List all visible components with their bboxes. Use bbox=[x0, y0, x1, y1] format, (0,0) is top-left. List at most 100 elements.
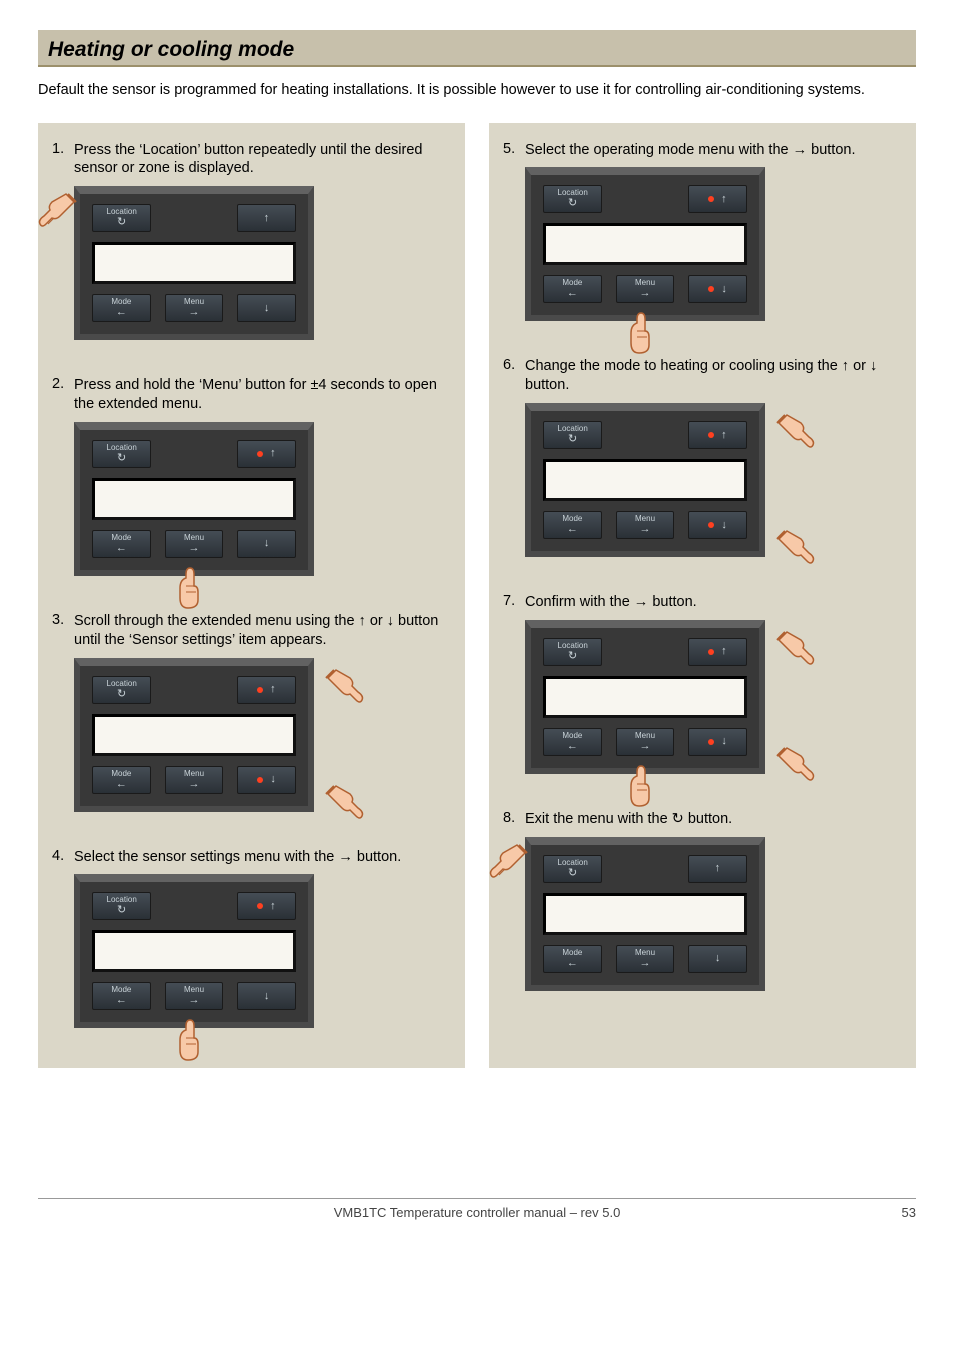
step-number: 2. bbox=[52, 376, 74, 582]
button-label: Mode bbox=[562, 949, 582, 957]
arrow-up-icon: ↑ bbox=[721, 194, 727, 205]
arrow-left-icon: ← bbox=[116, 307, 127, 318]
button-label: Location bbox=[558, 642, 588, 650]
step: 7. Confirm with the → button. Location ↻ bbox=[503, 593, 902, 780]
button-label: Mode bbox=[562, 279, 582, 287]
up-button[interactable]: ↑ bbox=[688, 638, 747, 666]
up-button[interactable]: ↑ bbox=[237, 892, 296, 920]
location-button[interactable]: Location ↻ bbox=[92, 892, 151, 920]
up-button[interactable]: ↑ bbox=[688, 421, 747, 449]
location-button[interactable]: Location ↻ bbox=[92, 676, 151, 704]
up-button[interactable]: ↑ bbox=[688, 185, 747, 213]
down-button[interactable]: ↓ bbox=[237, 294, 296, 322]
pointer-hand-icon bbox=[318, 780, 366, 828]
button-label: Mode bbox=[111, 770, 131, 778]
menu-button[interactable]: Menu → bbox=[165, 766, 224, 794]
led-icon bbox=[257, 903, 263, 909]
down-button[interactable]: ↓ bbox=[237, 982, 296, 1010]
step: 2. Press and hold the ‘Menu’ button for … bbox=[52, 376, 451, 582]
mode-button[interactable]: Mode ← bbox=[92, 530, 151, 558]
mode-button[interactable]: Mode ← bbox=[543, 511, 602, 539]
arrow-left-icon: ← bbox=[116, 779, 127, 790]
mode-button[interactable]: Mode ← bbox=[92, 294, 151, 322]
down-button[interactable]: ↓ bbox=[688, 728, 747, 756]
down-button[interactable]: ↓ bbox=[237, 530, 296, 558]
step: 6. Change the mode to heating or cooling… bbox=[503, 357, 902, 563]
arrow-up-icon: ↑ bbox=[264, 213, 270, 224]
revert-icon: ↻ bbox=[568, 868, 577, 879]
button-label: Location bbox=[107, 444, 137, 452]
button-label: Menu bbox=[184, 770, 204, 778]
page-footer: VMB1TC Temperature controller manual – r… bbox=[38, 1198, 916, 1220]
up-button[interactable]: ↑ bbox=[237, 440, 296, 468]
step-number: 7. bbox=[503, 593, 525, 780]
mode-button[interactable]: Mode ← bbox=[92, 982, 151, 1010]
location-button[interactable]: Location ↻ bbox=[543, 421, 602, 449]
lcd-display bbox=[92, 242, 296, 284]
location-button[interactable]: Location ↻ bbox=[92, 440, 151, 468]
button-label: Menu bbox=[184, 298, 204, 306]
menu-button[interactable]: Menu → bbox=[616, 728, 675, 756]
button-label: Mode bbox=[562, 515, 582, 523]
lcd-display bbox=[543, 676, 747, 718]
arrow-up-icon: ↑ bbox=[270, 684, 276, 695]
down-button[interactable]: ↓ bbox=[688, 945, 747, 973]
right-column: 5. Select the operating mode menu with t… bbox=[489, 123, 916, 1069]
led-icon bbox=[708, 739, 714, 745]
up-button[interactable]: ↑ bbox=[688, 855, 747, 883]
instruction-columns: 1. Press the ‘Location’ button repeatedl… bbox=[38, 123, 916, 1069]
step-number: 4. bbox=[52, 848, 74, 1035]
menu-button[interactable]: Menu → bbox=[165, 294, 224, 322]
step: 1. Press the ‘Location’ button repeatedl… bbox=[52, 141, 451, 347]
location-button[interactable]: Location ↻ bbox=[543, 185, 602, 213]
menu-button[interactable]: Menu → bbox=[165, 530, 224, 558]
step-number: 1. bbox=[52, 141, 74, 347]
step-number: 5. bbox=[503, 141, 525, 328]
step-text: Select the sensor settings menu with the… bbox=[74, 848, 451, 867]
button-label: Menu bbox=[635, 949, 655, 957]
arrow-right-icon: → bbox=[640, 524, 651, 535]
pointer-hand-icon bbox=[619, 762, 667, 810]
arrow-left-icon: ← bbox=[116, 543, 127, 554]
location-button[interactable]: Location ↻ bbox=[543, 638, 602, 666]
arrow-up-icon: ↑ bbox=[715, 863, 721, 874]
mode-button[interactable]: Mode ← bbox=[543, 728, 602, 756]
step-text: Select the operating mode menu with the … bbox=[525, 141, 902, 160]
revert-icon: ↻ bbox=[117, 905, 126, 916]
menu-button[interactable]: Menu → bbox=[165, 982, 224, 1010]
pointer-hand-icon bbox=[769, 626, 817, 674]
pointer-hand-icon bbox=[769, 742, 817, 790]
button-label: Mode bbox=[562, 732, 582, 740]
down-button[interactable]: ↓ bbox=[688, 275, 747, 303]
device-illustration: Location ↻ ↑ Mode ← bbox=[525, 837, 785, 997]
lcd-display bbox=[543, 893, 747, 935]
arrow-left-icon: ← bbox=[567, 741, 578, 752]
arrow-right-icon: → bbox=[640, 741, 651, 752]
revert-icon: ↻ bbox=[568, 651, 577, 662]
arrow-up-icon: ↑ bbox=[721, 646, 727, 657]
mode-button[interactable]: Mode ← bbox=[543, 275, 602, 303]
mode-button[interactable]: Mode ← bbox=[543, 945, 602, 973]
arrow-right-icon: → bbox=[640, 958, 651, 969]
lcd-display bbox=[92, 930, 296, 972]
up-button[interactable]: ↑ bbox=[237, 204, 296, 232]
down-button[interactable]: ↓ bbox=[688, 511, 747, 539]
menu-button[interactable]: Menu → bbox=[616, 275, 675, 303]
mode-button[interactable]: Mode ← bbox=[92, 766, 151, 794]
arrow-right-icon: → bbox=[189, 307, 200, 318]
menu-button[interactable]: Menu → bbox=[616, 511, 675, 539]
step: 3. Scroll through the extended menu usin… bbox=[52, 612, 451, 818]
arrow-right-icon: → bbox=[189, 995, 200, 1006]
down-button[interactable]: ↓ bbox=[237, 766, 296, 794]
arrow-left-icon: ← bbox=[116, 995, 127, 1006]
location-button[interactable]: Location ↻ bbox=[92, 204, 151, 232]
location-button[interactable]: Location ↻ bbox=[543, 855, 602, 883]
device-illustration: Location ↻ ↑ Mode bbox=[525, 620, 785, 780]
up-button[interactable]: ↑ bbox=[237, 676, 296, 704]
step-text: Press the ‘Location’ button repeatedly u… bbox=[74, 141, 451, 179]
menu-button[interactable]: Menu → bbox=[616, 945, 675, 973]
device-illustration: Location ↻ ↑ Mode bbox=[74, 658, 334, 818]
button-label: Menu bbox=[635, 515, 655, 523]
revert-icon: ↻ bbox=[568, 434, 577, 445]
arrow-down-icon: ↓ bbox=[721, 284, 727, 295]
